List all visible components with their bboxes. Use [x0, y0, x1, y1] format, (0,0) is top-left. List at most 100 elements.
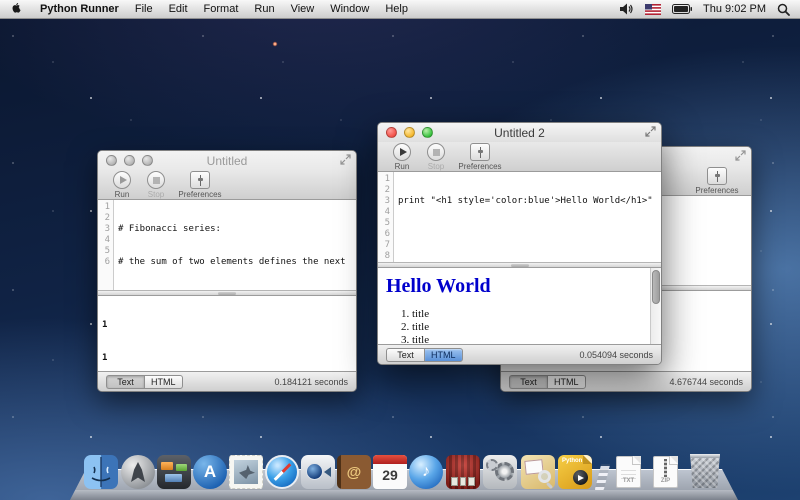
- play-icon: [120, 176, 127, 184]
- output-mode-segmented: Text HTML: [509, 375, 586, 389]
- preferences-label: Preferences: [458, 162, 501, 171]
- window-untitled[interactable]: Untitled Run Stop Preferences 1 2 3 4 5 …: [97, 150, 357, 392]
- photo-strip: [451, 477, 475, 486]
- mini-window: [165, 474, 182, 482]
- run-button[interactable]: Run: [106, 171, 138, 199]
- calendar-day: 29: [373, 464, 407, 486]
- preview-icon[interactable]: [521, 455, 555, 489]
- list-item: title: [412, 308, 653, 321]
- mail-icon[interactable]: [229, 455, 263, 489]
- finder-icon[interactable]: [84, 455, 118, 489]
- menu-app-name[interactable]: Python Runner: [40, 3, 119, 15]
- window-title: Untitled: [207, 154, 248, 168]
- compass-needle: [274, 463, 292, 481]
- list-item: title: [412, 334, 653, 344]
- zipper-glyph: [664, 459, 667, 477]
- output-mode-segmented: Text HTML: [106, 375, 183, 389]
- zip-archive-icon[interactable]: ZIP: [649, 455, 683, 489]
- python-runner-icon[interactable]: Python: [558, 455, 592, 489]
- menu-item-help[interactable]: Help: [385, 3, 408, 15]
- html-mode-button[interactable]: HTML: [424, 348, 463, 362]
- txt-document-icon[interactable]: TXT: [612, 455, 646, 489]
- stop-icon: [433, 149, 440, 156]
- scrollbar-thumb[interactable]: [652, 270, 660, 304]
- menu-item-file[interactable]: File: [135, 3, 153, 15]
- text-mode-button[interactable]: Text: [386, 348, 424, 362]
- mission-control-icon[interactable]: [157, 455, 191, 489]
- html-mode-button[interactable]: HTML: [547, 375, 586, 389]
- camera-lens: [306, 463, 323, 480]
- system-preferences-icon[interactable]: [483, 455, 517, 489]
- menu-item-format[interactable]: Format: [204, 3, 239, 15]
- stop-button[interactable]: Stop: [420, 143, 452, 171]
- text-mode-button[interactable]: Text: [509, 375, 547, 389]
- address-book-icon[interactable]: @: [337, 455, 371, 489]
- trash-rim: [688, 454, 722, 458]
- output-heading: Hello World: [386, 275, 653, 298]
- fullscreen-icon[interactable]: [340, 154, 351, 165]
- spotlight-search-icon[interactable]: [777, 3, 790, 16]
- mini-window: [176, 464, 187, 471]
- finder-face: [84, 455, 118, 489]
- text-mode-button[interactable]: Text: [106, 375, 144, 389]
- close-button[interactable]: [106, 155, 117, 166]
- stop-icon: [153, 177, 160, 184]
- output-pane-untitled-2[interactable]: Hello World title title title title titl…: [378, 268, 661, 344]
- magnifier-icon: [538, 470, 551, 483]
- close-button[interactable]: [386, 127, 397, 138]
- code-line: print "<h1 style='color:blue'>Hello Worl…: [398, 196, 661, 207]
- zoom-button[interactable]: [142, 155, 153, 166]
- code-editor-untitled-2[interactable]: 1 2 3 4 5 6 7 8 print "<h1 style='color:…: [378, 172, 661, 262]
- trash-icon[interactable]: [688, 454, 722, 488]
- code-editor-untitled[interactable]: 1 2 3 4 5 6 # Fibonacci series: # the su…: [98, 200, 356, 290]
- code-line: [398, 229, 661, 240]
- input-language-flag-icon[interactable]: [645, 4, 661, 15]
- safari-icon[interactable]: [265, 455, 299, 489]
- minimize-button[interactable]: [124, 155, 135, 166]
- run-button[interactable]: Run: [386, 143, 418, 171]
- zoom-button[interactable]: [422, 127, 433, 138]
- apple-menu-icon[interactable]: [12, 3, 24, 16]
- code-lines[interactable]: # Fibonacci series: # the sum of two ele…: [114, 200, 356, 290]
- run-label: Run: [395, 162, 410, 171]
- titlebar-untitled-2[interactable]: Untitled 2: [378, 123, 661, 142]
- titlebar-untitled[interactable]: Untitled: [98, 151, 356, 170]
- output-pane-untitled[interactable]: 1 1 2 3 5 8: [98, 296, 356, 371]
- photo-booth-icon[interactable]: [446, 455, 480, 489]
- code-lines[interactable]: print "<h1 style='color:blue'>Hello Worl…: [394, 172, 661, 262]
- volume-icon[interactable]: [620, 3, 634, 15]
- facetime-icon[interactable]: [301, 455, 335, 489]
- document-page: TXT: [616, 456, 641, 488]
- itunes-icon[interactable]: ♪: [409, 455, 443, 489]
- app-store-icon[interactable]: A: [193, 455, 227, 489]
- code-line: # Fibonacci series:: [118, 224, 356, 235]
- dock-divider: [595, 464, 610, 490]
- battery-icon[interactable]: [672, 4, 692, 14]
- calendar-icon[interactable]: 29: [373, 455, 407, 489]
- stop-button[interactable]: Stop: [140, 171, 172, 199]
- vertical-scrollbar[interactable]: [650, 268, 661, 344]
- line-number-gutter: 1 2 3 4 5 6: [98, 200, 114, 290]
- preferences-button[interactable]: Preferences: [174, 171, 226, 199]
- preferences-button[interactable]: Preferences: [691, 167, 743, 195]
- menu-clock[interactable]: Thu 9:02 PM: [703, 3, 766, 15]
- camera-body: [324, 467, 331, 477]
- preferences-button[interactable]: Preferences: [454, 143, 506, 171]
- run-label: Run: [115, 190, 130, 199]
- txt-label: TXT: [617, 478, 640, 484]
- html-output: Hello World title title title title titl…: [378, 268, 661, 344]
- html-mode-button[interactable]: HTML: [144, 375, 183, 389]
- music-note-glyph: ♪: [422, 463, 430, 481]
- menu-item-window[interactable]: Window: [330, 3, 369, 15]
- loupe-handle: [546, 482, 553, 489]
- minimize-button[interactable]: [404, 127, 415, 138]
- app-store-letter: A: [204, 462, 216, 482]
- menu-item-view[interactable]: View: [291, 3, 315, 15]
- fullscreen-icon[interactable]: [735, 150, 746, 161]
- menu-item-edit[interactable]: Edit: [169, 3, 188, 15]
- menu-item-run[interactable]: Run: [254, 3, 274, 15]
- fullscreen-icon[interactable]: [645, 126, 656, 137]
- launchpad-icon[interactable]: [121, 455, 155, 489]
- window-untitled-2[interactable]: Untitled 2 Run Stop Preferences 1 2 3 4 …: [377, 122, 662, 365]
- preferences-slider-icon: [713, 171, 722, 182]
